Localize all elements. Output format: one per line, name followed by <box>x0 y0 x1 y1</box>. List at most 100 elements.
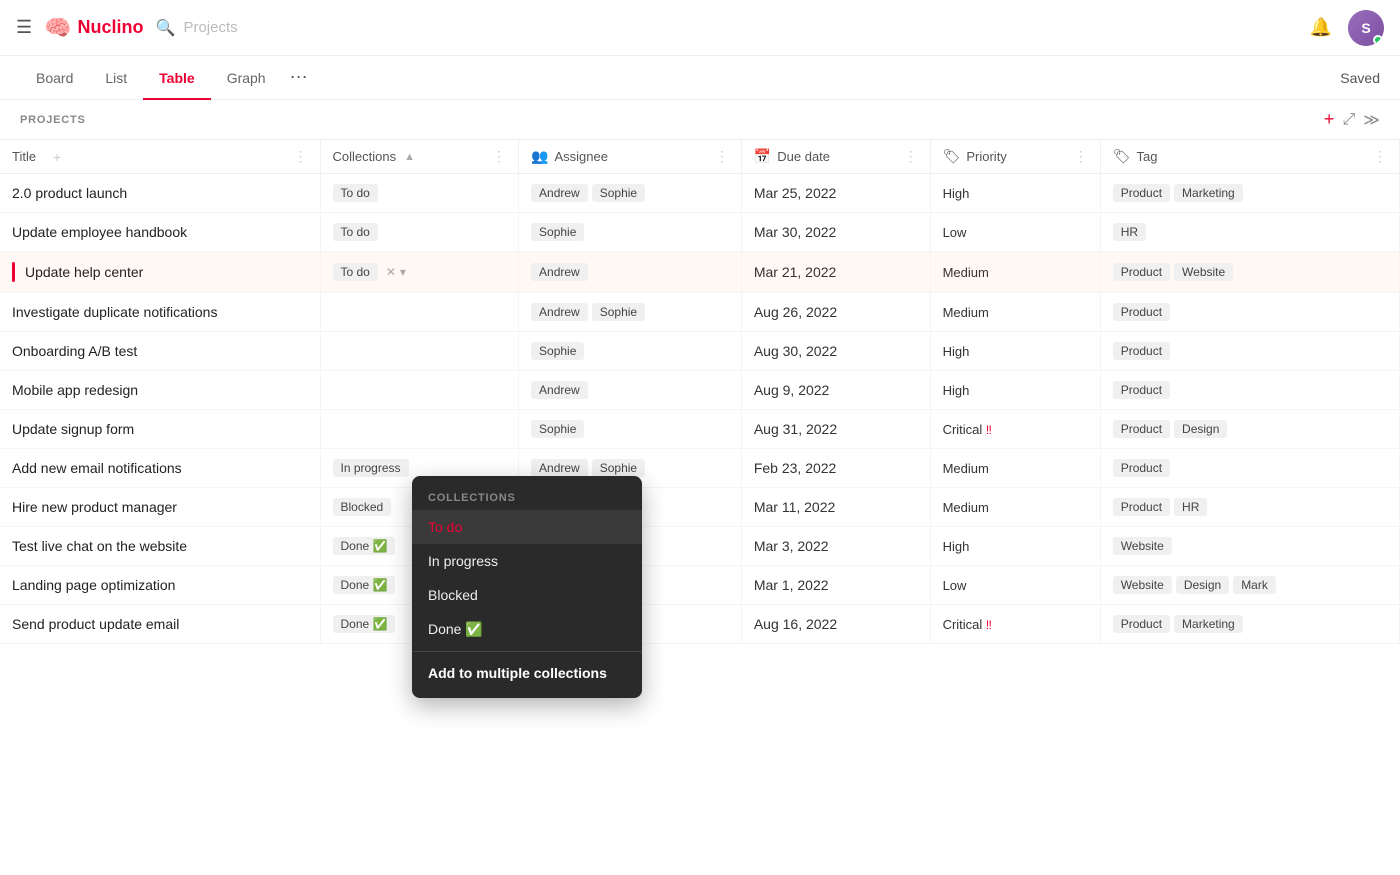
dropdown-item-inprogress[interactable]: In progress <box>412 544 642 578</box>
clear-collection-icon[interactable]: ✕ <box>386 265 396 279</box>
expand-collection-icon[interactable]: ▾ <box>400 265 406 279</box>
cell-assignee[interactable]: Sophie <box>519 410 742 449</box>
cell-assignee[interactable]: Sophie <box>519 332 742 371</box>
tab-list[interactable]: List <box>89 56 143 100</box>
tag-chip[interactable]: Product <box>1113 303 1170 321</box>
cell-collection[interactable]: To do <box>320 174 519 213</box>
assignee-chip[interactable]: Andrew <box>531 263 588 281</box>
collection-chip[interactable]: To do <box>333 263 378 281</box>
assignee-chip[interactable]: Andrew <box>531 381 588 399</box>
col-title-menu-icon[interactable]: ⋮ <box>294 148 308 165</box>
cell-title[interactable]: Mobile app redesign <box>0 371 320 410</box>
assignee-chip[interactable]: Sophie <box>592 303 645 321</box>
table-row: Landing page optimizationDone ✅AndrewMar… <box>0 566 1400 605</box>
tag-chip[interactable]: Website <box>1174 263 1233 281</box>
assignee-chip[interactable]: Andrew <box>531 184 588 202</box>
assignee-chip[interactable]: Sophie <box>531 342 584 360</box>
tag-chip[interactable]: Marketing <box>1174 615 1243 633</box>
tag-chip[interactable]: Product <box>1113 420 1170 438</box>
title-text: Landing page optimization <box>12 577 175 593</box>
tag-chip[interactable]: HR <box>1113 223 1146 241</box>
cell-collection[interactable] <box>320 332 519 371</box>
cell-collection[interactable] <box>320 410 519 449</box>
cell-title[interactable]: Test live chat on the website <box>0 527 320 566</box>
dropdown-add-multiple[interactable]: Add to multiple collections <box>412 656 642 690</box>
collection-chip[interactable]: To do <box>333 184 378 202</box>
cell-title[interactable]: Update employee handbook <box>0 213 320 252</box>
cell-title[interactable]: Hire new product manager <box>0 488 320 527</box>
tag-chip[interactable]: Product <box>1113 615 1170 633</box>
tag-chip[interactable]: Website <box>1113 576 1172 594</box>
cell-title[interactable]: Onboarding A/B test <box>0 332 320 371</box>
assignee-chip[interactable]: Sophie <box>531 223 584 241</box>
cell-assignee[interactable]: AndrewSophie <box>519 293 742 332</box>
cell-assignee[interactable]: Sophie <box>519 213 742 252</box>
tab-graph[interactable]: Graph <box>211 56 282 100</box>
cell-collection[interactable]: To do <box>320 213 519 252</box>
collection-chip[interactable]: Done ✅ <box>333 576 396 594</box>
cell-title[interactable]: Send product update email <box>0 605 320 644</box>
assignee-chip[interactable]: Sophie <box>592 184 645 202</box>
assignee-chip[interactable]: Andrew <box>531 303 588 321</box>
assignee-chip[interactable]: Andrew <box>531 459 588 477</box>
due-date-text: Aug 31, 2022 <box>754 421 837 437</box>
tab-table[interactable]: Table <box>143 56 211 100</box>
tag-chip[interactable]: Product <box>1113 184 1170 202</box>
critical-icon: ‼ <box>986 423 992 437</box>
priority-text: Medium <box>943 305 989 320</box>
tag-chip[interactable]: Mark <box>1233 576 1276 594</box>
tag-chip[interactable]: Design <box>1176 576 1229 594</box>
dropdown-item-done[interactable]: Done ✅ <box>412 612 642 647</box>
projects-section-label: PROJECTS <box>20 114 1324 126</box>
cell-title[interactable]: Investigate duplicate notifications <box>0 293 320 332</box>
tag-chip[interactable]: Product <box>1113 459 1170 477</box>
tab-more-icon[interactable]: ⋯ <box>282 67 316 88</box>
col-collections-menu-icon[interactable]: ⋮ <box>492 148 506 165</box>
hamburger-icon[interactable]: ☰ <box>16 17 32 38</box>
tag-chip[interactable]: Product <box>1113 381 1170 399</box>
col-assignee-menu-icon[interactable]: ⋮ <box>715 148 729 165</box>
tag-chip[interactable]: Product <box>1113 498 1170 516</box>
add-item-icon[interactable]: + <box>1324 109 1335 130</box>
col-due-date-menu-icon[interactable]: ⋮ <box>904 148 918 165</box>
tag-chip[interactable]: Design <box>1174 420 1227 438</box>
cell-collection[interactable] <box>320 293 519 332</box>
collection-chip[interactable]: In progress <box>333 459 409 477</box>
tag-chip[interactable]: HR <box>1174 498 1207 516</box>
notification-bell-icon[interactable]: 🔔 <box>1310 17 1332 38</box>
cell-collection[interactable]: To do ✕ ▾ <box>320 252 519 293</box>
cell-title[interactable]: Landing page optimization <box>0 566 320 605</box>
tab-board[interactable]: Board <box>20 56 89 100</box>
add-col-icon[interactable]: + <box>42 149 72 165</box>
col-tag-menu-icon[interactable]: ⋮ <box>1373 148 1387 165</box>
cell-assignee[interactable]: AndrewSophie <box>519 174 742 213</box>
tag-chip[interactable]: Marketing <box>1174 184 1243 202</box>
dropdown-item-todo[interactable]: To do <box>412 510 642 544</box>
collapse-icon[interactable]: ≫ <box>1363 110 1380 130</box>
sort-asc-icon[interactable]: ▲ <box>404 151 415 163</box>
cell-title[interactable]: 2.0 product launch <box>0 174 320 213</box>
collection-chip[interactable]: Done ✅ <box>333 615 396 633</box>
cell-assignee[interactable]: Andrew <box>519 371 742 410</box>
table-row: 2.0 product launchTo doAndrewSophieMar 2… <box>0 174 1400 213</box>
cell-assignee[interactable]: Andrew <box>519 252 742 293</box>
search-bar[interactable]: 🔍 Projects <box>156 18 238 38</box>
avatar[interactable]: S <box>1348 10 1384 46</box>
collection-chip[interactable]: Done ✅ <box>333 537 396 555</box>
table-row: Add new email notifications In progress An… <box>0 449 1400 488</box>
collection-chip[interactable]: Blocked <box>333 498 392 516</box>
dropdown-item-blocked[interactable]: Blocked <box>412 578 642 612</box>
cell-title[interactable]: Update help center <box>0 252 320 293</box>
cell-title[interactable]: Add new email notifications <box>0 449 320 488</box>
collection-chip[interactable]: To do <box>333 223 378 241</box>
cell-collection[interactable] <box>320 371 519 410</box>
tag-chip[interactable]: Website <box>1113 537 1172 555</box>
tag-chip[interactable]: Product <box>1113 342 1170 360</box>
assignee-chip[interactable]: Sophie <box>592 459 645 477</box>
col-priority-menu-icon[interactable]: ⋮ <box>1074 148 1088 165</box>
tag-chip[interactable]: Product <box>1113 263 1170 281</box>
cell-due-date: Aug 16, 2022 <box>741 605 930 644</box>
assignee-chip[interactable]: Sophie <box>531 420 584 438</box>
expand-icon[interactable]: ⤢ <box>1342 111 1355 129</box>
cell-title[interactable]: Update signup form <box>0 410 320 449</box>
